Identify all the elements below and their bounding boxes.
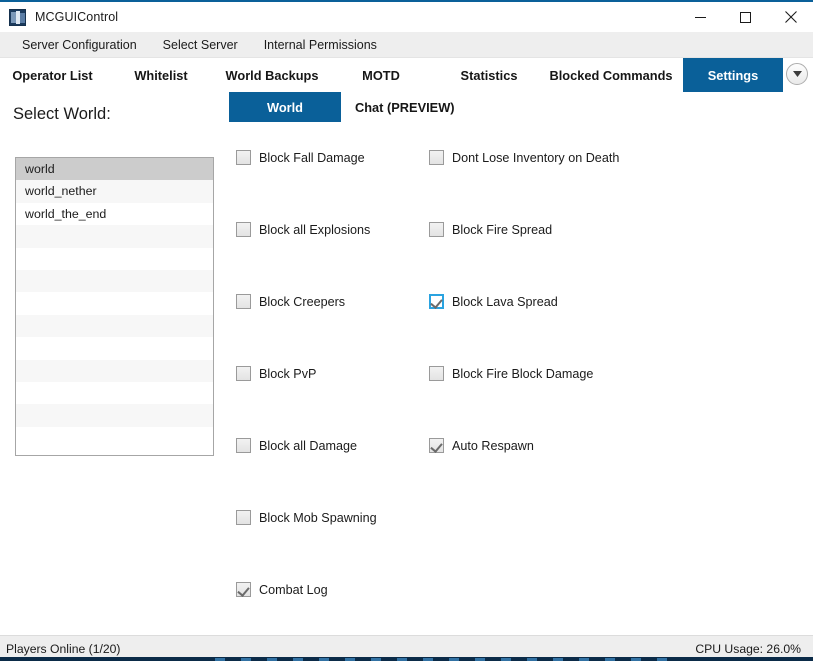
list-item-world[interactable]: world: [16, 158, 213, 180]
list-item-empty[interactable]: [16, 315, 213, 337]
settings-sub-tab-strip: WorldChat (PREVIEW): [229, 92, 469, 122]
menu-bar: Server Configuration Select Server Interna…: [0, 32, 813, 58]
content-area: Select World: worldworld_netherworld_the…: [0, 92, 813, 635]
world-selection-pane: Select World: worldworld_netherworld_the…: [0, 92, 229, 635]
list-item-world_the_end[interactable]: world_the_end: [16, 203, 213, 225]
tab-whitelist[interactable]: Whitelist: [115, 58, 207, 92]
checkbox-label: Combat Log: [259, 583, 328, 597]
checkbox-box[interactable]: [429, 366, 444, 381]
checkbox-block-mob-spawning[interactable]: Block Mob Spawning: [236, 510, 377, 525]
checkbox-box[interactable]: [236, 294, 251, 309]
checkbox-block-all-damage[interactable]: Block all Damage: [236, 438, 357, 453]
list-item-empty[interactable]: [16, 292, 213, 314]
close-icon: [785, 11, 797, 23]
tab-motd[interactable]: MOTD: [342, 58, 420, 92]
menu-item-select-server[interactable]: Select Server: [153, 35, 248, 55]
tab-operator-list[interactable]: Operator List: [0, 58, 105, 92]
checkbox-block-all-explosions[interactable]: Block all Explosions: [236, 222, 370, 237]
list-item-world_nether[interactable]: world_nether: [16, 180, 213, 202]
checkbox-block-pvp[interactable]: Block PvP: [236, 366, 316, 381]
menu-item-server-configuration[interactable]: Server Configuration: [12, 35, 147, 55]
checkmark-icon[interactable]: [429, 294, 444, 309]
tab-blocked-commands[interactable]: Blocked Commands: [540, 58, 682, 92]
cpu-usage-status: CPU Usage: 26.0%: [695, 642, 801, 656]
list-item-empty[interactable]: [16, 404, 213, 426]
checkbox-combat-log[interactable]: Combat Log: [236, 582, 328, 597]
list-item-empty[interactable]: [16, 360, 213, 382]
checkbox-box[interactable]: [236, 510, 251, 525]
chevron-down-icon: [793, 71, 802, 77]
checkbox-block-fire-spread[interactable]: Block Fire Spread: [429, 222, 552, 237]
players-online-status: Players Online (1/20): [6, 642, 120, 656]
checkbox-label: Block Fire Block Damage: [452, 367, 593, 381]
window-controls: [678, 2, 813, 32]
checkbox-label: Block Creepers: [259, 295, 345, 309]
list-item-empty[interactable]: [16, 248, 213, 270]
checkbox-label: Block all Damage: [259, 439, 357, 453]
list-item-empty[interactable]: [16, 270, 213, 292]
checkbox-label: Auto Respawn: [452, 439, 534, 453]
checkmark-icon[interactable]: [429, 438, 444, 453]
tab-world-backups[interactable]: World Backups: [213, 58, 331, 92]
page-title: Select World:: [13, 105, 111, 124]
checkbox-box[interactable]: [429, 150, 444, 165]
list-item-empty[interactable]: [16, 382, 213, 404]
checkbox-label: Block Fall Damage: [259, 151, 365, 165]
settings-pane: WorldChat (PREVIEW) Block Fall Damage Blo…: [229, 92, 813, 635]
checkbox-auto-respawn[interactable]: Auto Respawn: [429, 438, 534, 453]
list-item-empty[interactable]: [16, 337, 213, 359]
title-bar: MCGUIControl: [0, 2, 813, 32]
minimize-button[interactable]: [678, 2, 723, 32]
main-tab-strip: Operator List WhitelistWorld Backups MOTD S…: [0, 58, 813, 92]
checkbox-box[interactable]: [429, 222, 444, 237]
checkbox-label: Block Lava Spread: [452, 295, 558, 309]
checkbox-label: Block Mob Spawning: [259, 511, 377, 525]
list-item-empty[interactable]: [16, 427, 213, 449]
checkbox-box[interactable]: [236, 438, 251, 453]
minimize-icon: [695, 12, 706, 23]
checkbox-label: Block PvP: [259, 367, 316, 381]
list-item-empty[interactable]: [16, 225, 213, 247]
close-button[interactable]: [768, 2, 813, 32]
checkbox-box[interactable]: [236, 150, 251, 165]
checkmark-icon[interactable]: [236, 582, 251, 597]
world-list[interactable]: worldworld_netherworld_the_end: [15, 157, 214, 456]
checkbox-box[interactable]: [236, 222, 251, 237]
checkbox-block-lava-spread[interactable]: Block Lava Spread: [429, 294, 558, 309]
maximize-icon: [740, 12, 751, 23]
application-window: MCGUIControl Server ConfigurationSelect: [0, 0, 813, 661]
tab-statistics[interactable]: Statistics: [441, 58, 537, 92]
app-icon: [9, 9, 26, 26]
sub-tab-world[interactable]: World: [229, 92, 341, 122]
checkbox-block-fall-damage[interactable]: Block Fall Damage: [236, 150, 365, 165]
tab-overflow-button[interactable]: [786, 63, 808, 85]
menu-item-internal-permissions[interactable]: Internal Permissions: [254, 35, 387, 55]
checkbox-label: Block all Explosions: [259, 223, 370, 237]
taskbar-sliver: [0, 657, 813, 661]
checkbox-block-fire-block-damage[interactable]: Block Fire Block Damage: [429, 366, 593, 381]
checkbox-block-creepers[interactable]: Block Creepers: [236, 294, 345, 309]
tab-settings[interactable]: Settings: [683, 58, 783, 92]
window-title: MCGUIControl: [35, 10, 118, 24]
checkbox-label: Dont Lose Inventory on Death: [452, 151, 619, 165]
sub-tab-chat-preview-[interactable]: Chat (PREVIEW): [341, 92, 469, 122]
checkbox-box[interactable]: [236, 366, 251, 381]
checkbox-label: Block Fire Spread: [452, 223, 552, 237]
maximize-button[interactable]: [723, 2, 768, 32]
checkbox-dont-lose-inventory-on-death[interactable]: Dont Lose Inventory on Death: [429, 150, 619, 165]
